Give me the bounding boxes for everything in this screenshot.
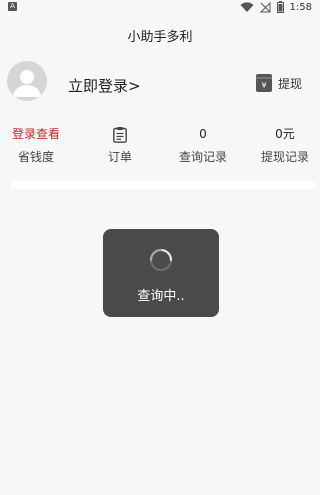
withdraw-button[interactable]: ¥ 提现 [255, 74, 302, 92]
wallet-icon: ¥ [255, 74, 272, 92]
withdraw-records-label: 提现记录 [260, 150, 309, 164]
toast-text: 查询中.. [137, 289, 185, 304]
login-to-view-text[interactable]: 登录查看 [0, 124, 76, 144]
divider [10, 181, 316, 189]
withdraw-label: 提现 [277, 76, 302, 91]
stats-row: 登录查看 省钱度 订单 0 查询记录 0元 提现记录 [0, 124, 320, 168]
query-count: 0 [199, 127, 207, 141]
page-title: 小助手多利 [127, 30, 193, 45]
savings-label: 省钱度 [17, 150, 54, 164]
status-icons: 1:58 [240, 1, 312, 13]
signal-off-icon [259, 1, 271, 12]
orders-label: 订单 [107, 150, 132, 164]
user-avatar-icon[interactable] [7, 61, 47, 101]
status-time: 1:58 [289, 1, 312, 13]
status-bar: A 1:58 [0, 0, 320, 14]
stat-query-records[interactable]: 0 查询记录 [163, 124, 243, 165]
withdraw-amount: 0元 [275, 127, 295, 141]
loading-toast: 查询中.. [103, 229, 219, 317]
stat-orders[interactable]: 订单 [80, 124, 160, 165]
battery-icon [276, 1, 284, 13]
login-link[interactable]: 立即登录> [68, 75, 141, 96]
loading-spinner-icon [149, 248, 173, 272]
stat-withdraw-records[interactable]: 0元 提现记录 [245, 124, 320, 165]
stat-savings[interactable]: 登录查看 省钱度 [0, 124, 76, 165]
query-records-label: 查询记录 [178, 150, 227, 164]
notification-app-icon: A [8, 2, 17, 11]
wifi-icon [240, 1, 254, 12]
profile-row: 立即登录> ¥ 提现 [0, 60, 320, 104]
svg-text:¥: ¥ [261, 81, 266, 90]
order-list-icon [80, 124, 160, 144]
